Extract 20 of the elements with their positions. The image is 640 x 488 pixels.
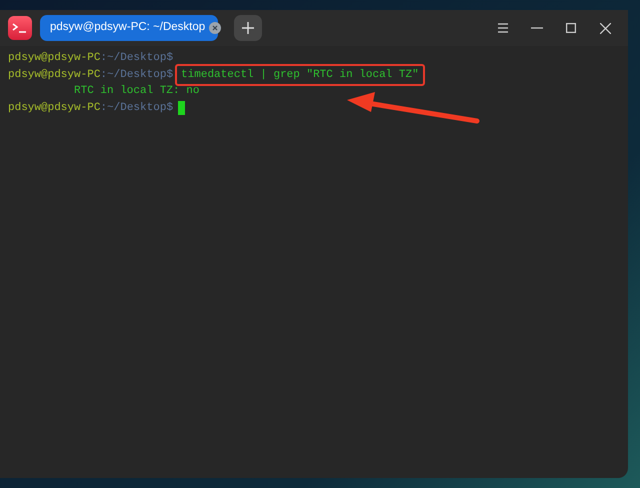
prompt-path: :~/Desktop [100,68,166,82]
prompt-symbol: $ [166,100,174,116]
prompt-user: pdsyw@pdsyw-PC [8,100,100,116]
terminal-tab[interactable]: pdsyw@pdsyw-PC: ~/Desktop [40,15,218,41]
prompt-symbol: $ [166,68,174,82]
prompt-path: :~/Desktop [100,100,166,116]
output-text: RTC in local TZ: no [74,84,200,99]
close-icon[interactable] [209,22,222,34]
plus-icon [242,22,254,34]
prompt-path: :~/Desktop [100,51,166,66]
terminal-app-icon [8,16,32,40]
close-icon [600,22,610,34]
prompt-user: pdsyw@pdsyw-PC [8,68,100,82]
maximize-icon [566,23,576,33]
command-text: timedatectl | grep "RTC in local TZ" [175,64,425,86]
prompt-user: pdsyw@pdsyw-PC [8,51,100,66]
new-tab-button[interactable] [234,15,262,41]
minimize-icon [531,27,543,29]
prompt-symbol: $ [166,51,174,66]
menu-icon [497,23,509,33]
